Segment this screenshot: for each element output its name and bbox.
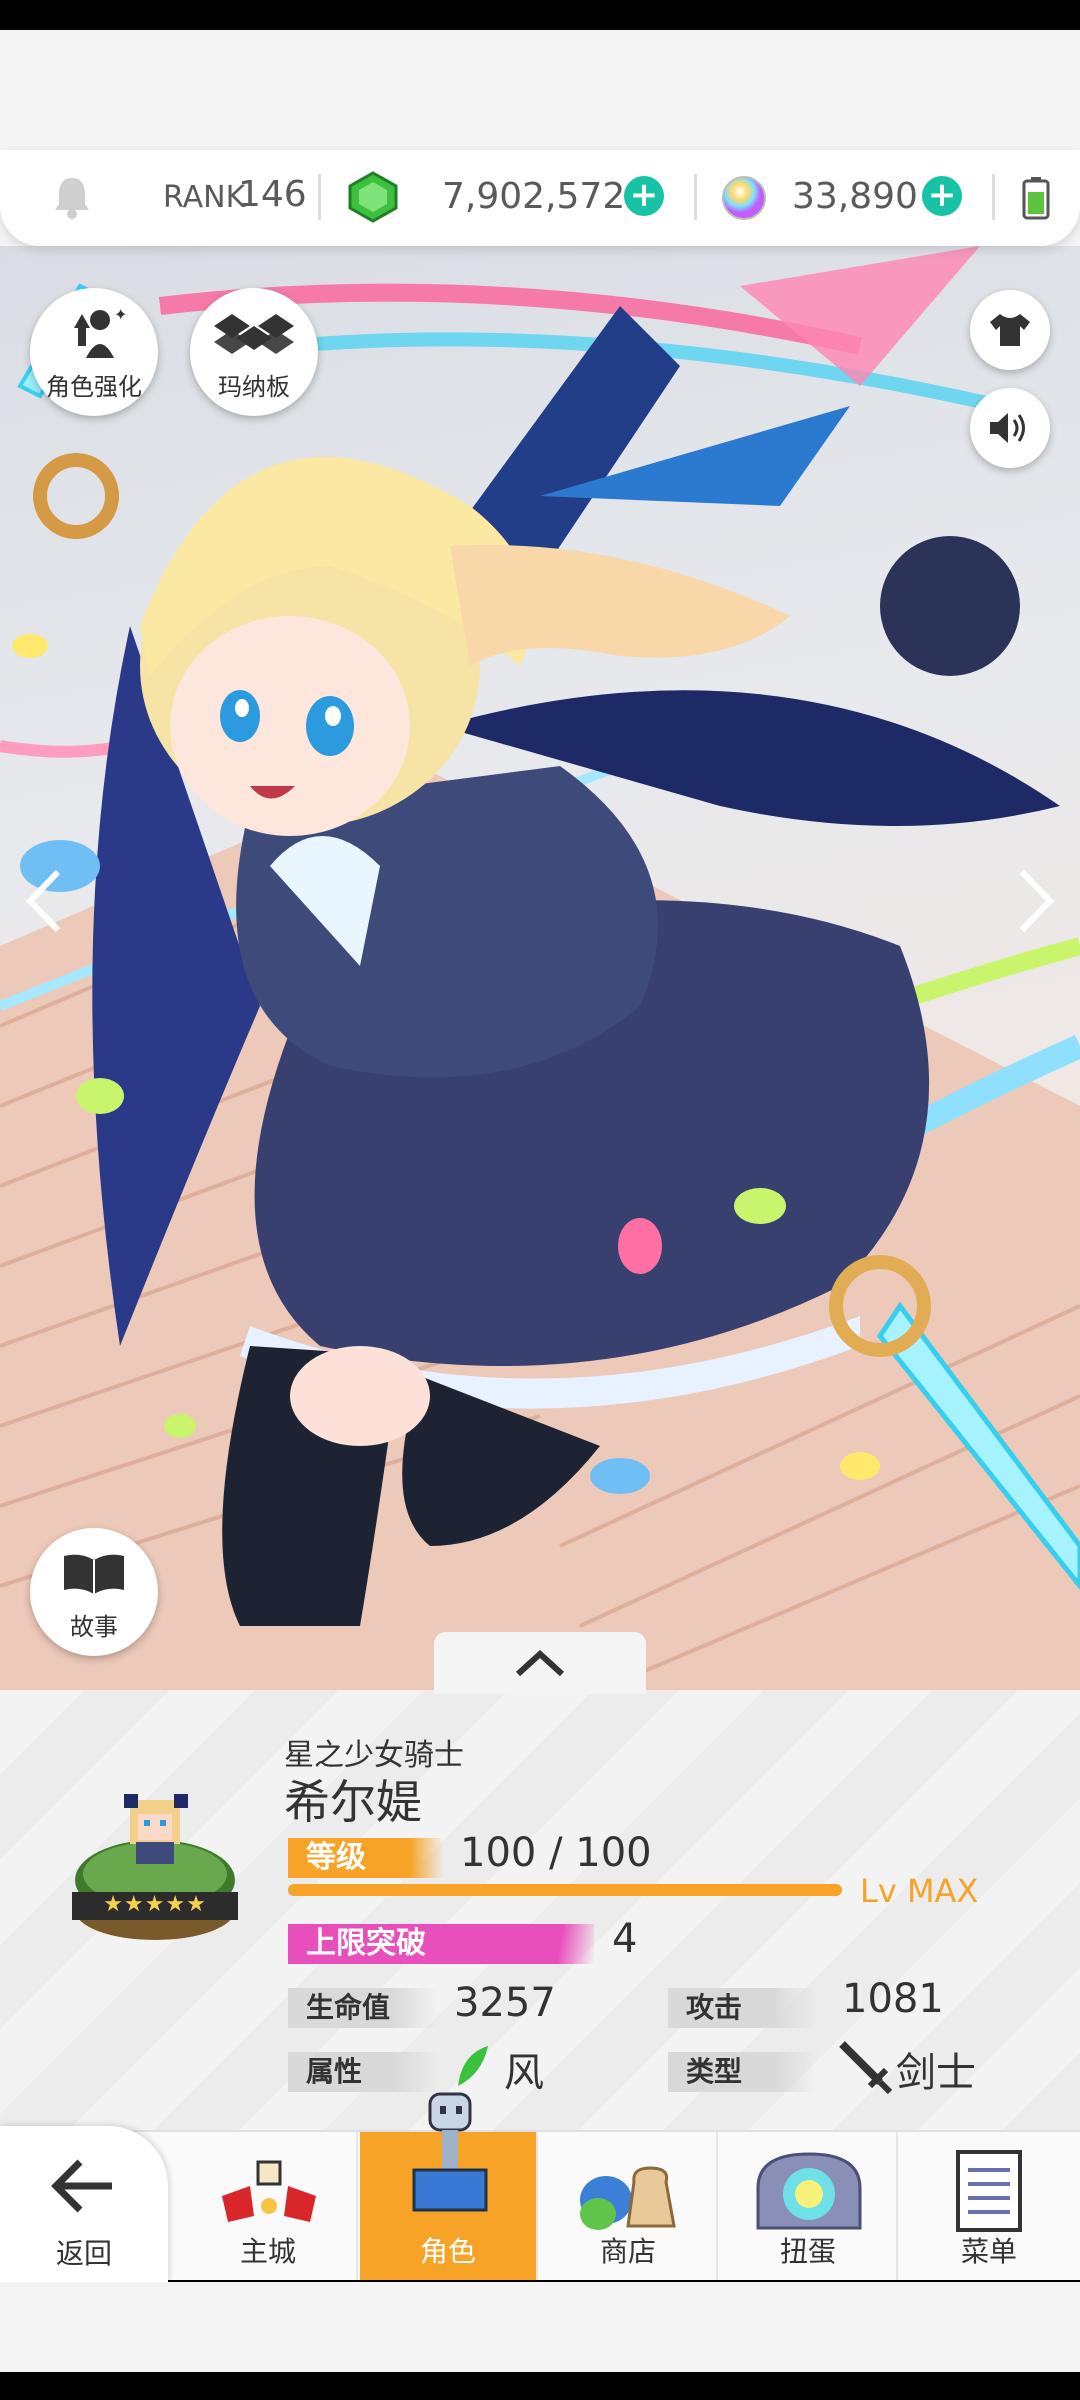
shop-icon bbox=[580, 2166, 676, 2230]
divider bbox=[318, 174, 321, 220]
bell-icon[interactable] bbox=[52, 174, 92, 224]
enhance-label: 角色强化 bbox=[46, 373, 142, 401]
story-label: 故事 bbox=[70, 1613, 118, 1641]
nav-town[interactable]: 主城 bbox=[180, 2132, 358, 2280]
nav-gacha[interactable]: 扭蛋 bbox=[720, 2132, 898, 2280]
gacha-icon bbox=[756, 2152, 862, 2230]
bottom-padding bbox=[0, 2282, 1080, 2372]
expand-panel-button[interactable] bbox=[434, 1632, 646, 1694]
nav-town-label: 主城 bbox=[239, 2235, 296, 2268]
chevron-up-icon bbox=[515, 1649, 565, 1677]
shirt-icon bbox=[990, 314, 1030, 346]
character-info-panel: ★★★★★ 星之少女骑士 希尔媞 等级 100 / 100 Lv MAX 上限突… bbox=[0, 1690, 1080, 2130]
level-value: 100 / 100 bbox=[460, 1830, 652, 1876]
divider bbox=[694, 174, 697, 220]
character-enhance-button[interactable]: ✦ 角色强化 bbox=[30, 288, 158, 416]
voice-button[interactable] bbox=[970, 388, 1050, 468]
gem-count: 7,902,572 bbox=[442, 176, 626, 217]
nav-menu[interactable]: 菜单 bbox=[900, 2132, 1078, 2280]
limit-break-value: 4 bbox=[612, 1916, 638, 1962]
town-icon bbox=[222, 2160, 316, 2222]
rank-label: RANK bbox=[163, 180, 246, 215]
battery-icon bbox=[1022, 176, 1050, 224]
currency-bar: RANK 146 7,902,572 + 33,890 + bbox=[0, 150, 1080, 246]
sword-icon bbox=[836, 2038, 893, 2098]
gem-icon bbox=[346, 170, 400, 228]
costume-button[interactable] bbox=[970, 290, 1050, 370]
arrow-left-icon bbox=[51, 2159, 112, 2213]
rarity-stars: ★★★★★ bbox=[103, 1892, 207, 1917]
enhance-icon: ✦ bbox=[74, 306, 126, 358]
level-label: 等级 bbox=[288, 1838, 444, 1878]
level-bar-fill bbox=[288, 1884, 842, 1896]
mana-board-icon bbox=[214, 314, 294, 354]
bottom-bar bbox=[0, 2372, 1080, 2400]
nav-character[interactable]: 角色 bbox=[360, 2092, 538, 2280]
level-max-label: Lv MAX bbox=[860, 1872, 979, 1910]
character-name: 希尔媞 bbox=[284, 1775, 422, 1829]
story-button[interactable]: 故事 bbox=[30, 1528, 158, 1656]
svg-text:✦: ✦ bbox=[114, 306, 126, 324]
speaker-icon bbox=[990, 413, 1025, 443]
attack-value: 1081 bbox=[842, 1976, 944, 2022]
type-label: 类型 bbox=[668, 2052, 818, 2092]
limit-break-label: 上限突破 bbox=[288, 1924, 594, 1964]
wind-icon bbox=[452, 2044, 492, 2092]
hp-label: 生命值 bbox=[288, 1988, 438, 2028]
nav-character-label: 角色 bbox=[419, 2235, 476, 2268]
nav-shop-label: 商店 bbox=[599, 2235, 656, 2268]
character-illustration[interactable]: ✦ 角色强化 玛纳板 故事 bbox=[0, 246, 1080, 1690]
orb-count: 33,890 bbox=[792, 176, 918, 217]
nav-menu-label: 菜单 bbox=[960, 2235, 1017, 2268]
nav-gacha-label: 扭蛋 bbox=[779, 2235, 836, 2268]
character-nav-icon bbox=[412, 2092, 488, 2212]
add-gems-button[interactable]: + bbox=[624, 176, 664, 216]
mana-board-label: 玛纳板 bbox=[218, 373, 290, 401]
nav-shop[interactable]: 商店 bbox=[540, 2132, 718, 2280]
divider bbox=[992, 174, 995, 220]
rank-value: 146 bbox=[238, 174, 307, 215]
attribute-label: 属性 bbox=[288, 2052, 438, 2092]
type-value: 剑士 bbox=[896, 2050, 976, 2096]
add-orbs-button[interactable]: + bbox=[922, 176, 962, 216]
mana-board-button[interactable]: 玛纳板 bbox=[190, 288, 318, 416]
level-bar bbox=[288, 1884, 842, 1896]
attribute-value: 风 bbox=[504, 2050, 544, 2096]
menu-list-icon bbox=[956, 2150, 1022, 2232]
hp-value: 3257 bbox=[454, 1980, 556, 2026]
back-label: 返回 bbox=[55, 2237, 112, 2270]
top-bar bbox=[0, 0, 1080, 30]
character-sprite: ★★★★★ bbox=[70, 1780, 240, 1950]
attack-label: 攻击 bbox=[668, 1988, 818, 2028]
orb-icon bbox=[720, 174, 768, 226]
book-icon bbox=[64, 1554, 124, 1594]
back-button[interactable]: 返回 bbox=[0, 2126, 168, 2284]
